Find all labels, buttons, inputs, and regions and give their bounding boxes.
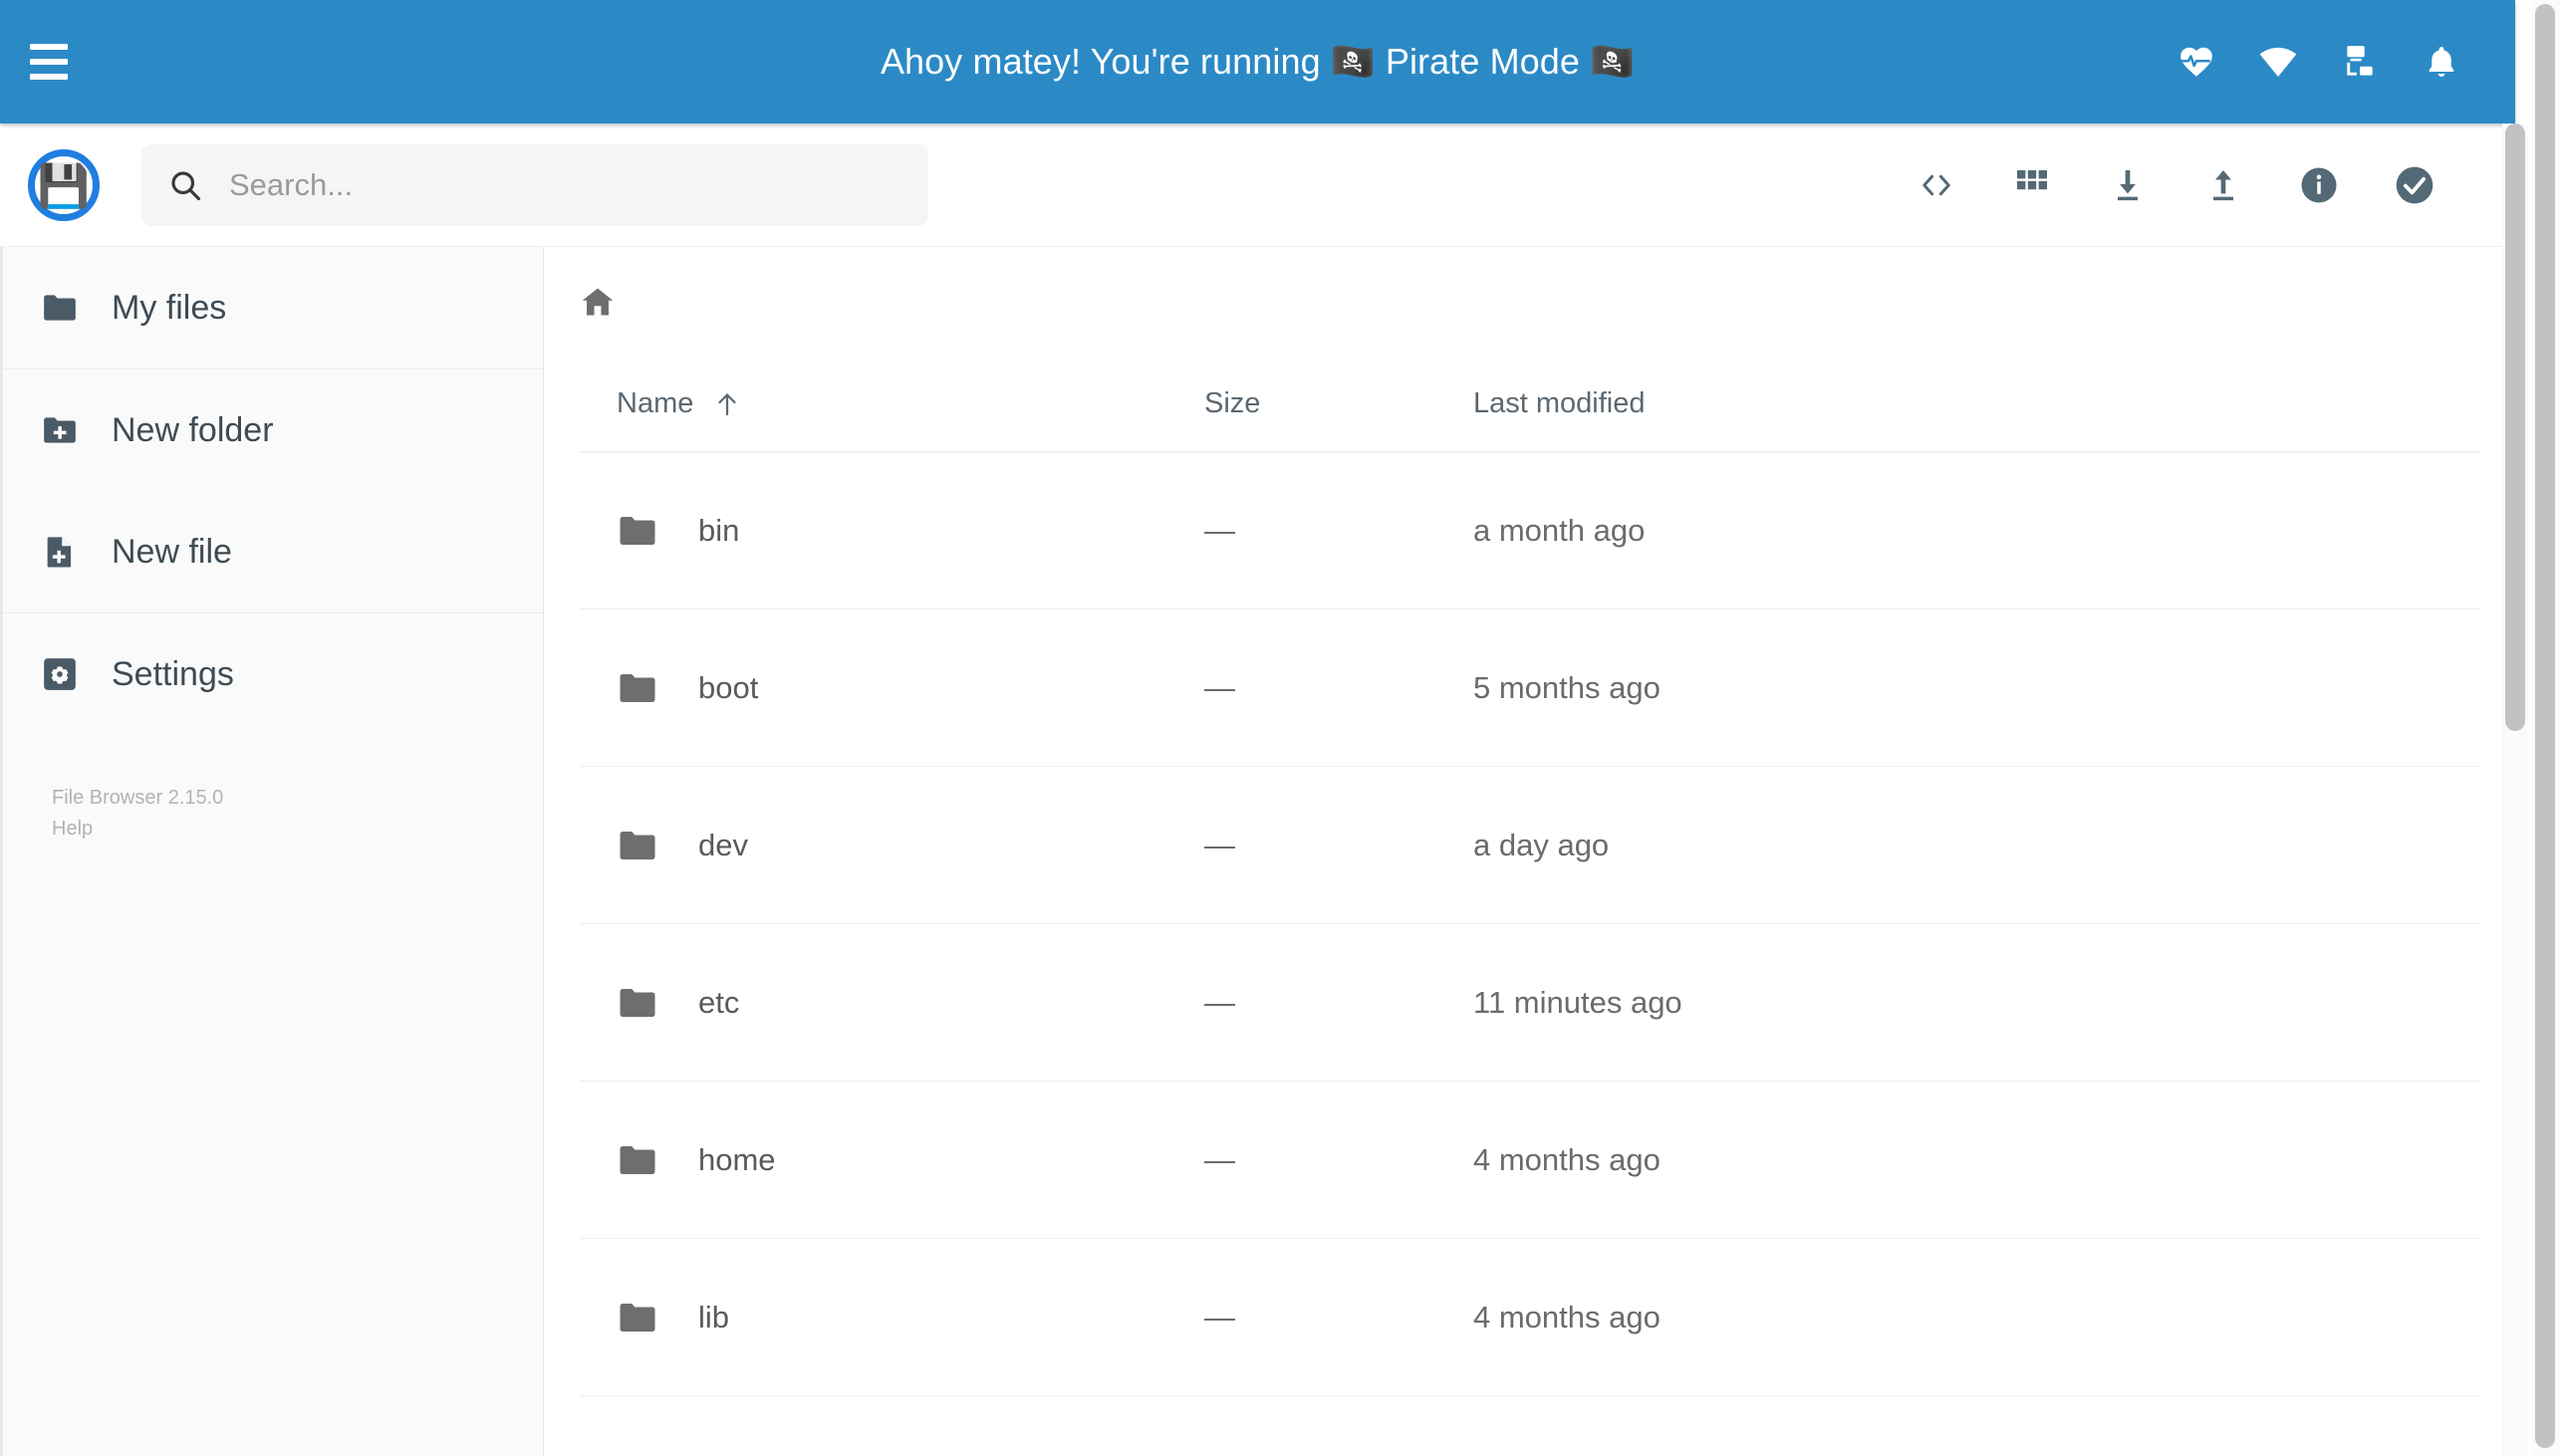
- row-modified-label: 4 months ago: [1473, 1141, 1661, 1177]
- table-row[interactable]: etc — 11 minutes ago: [580, 924, 2480, 1082]
- main-content: Name Size Last modified bin — a month ago b…: [545, 247, 2515, 1456]
- folder-icon: [40, 288, 80, 328]
- download-button[interactable]: [2105, 162, 2151, 208]
- hamburger-menu-icon[interactable]: [30, 42, 82, 82]
- hamburger-line: [30, 74, 68, 80]
- status-icon-group: [2175, 40, 2463, 84]
- wifi-icon[interactable]: [2256, 40, 2300, 84]
- row-name-cell: home: [617, 1139, 1204, 1181]
- breadcrumb: [545, 247, 2515, 357]
- table-row[interactable]: bin — a month ago: [580, 452, 2480, 609]
- top-header-bar: Ahoy matey! You're running 🏴‍☠️ Pirate M…: [0, 0, 2515, 123]
- sidebar: My files New folder New file Settings Fi…: [0, 247, 544, 1456]
- sidebar-group-create: New folder New file: [0, 368, 543, 612]
- toolbar-action-group: [1914, 162, 2437, 208]
- folder-icon: [617, 510, 658, 552]
- file-listing: Name Size Last modified bin — a month ago b…: [545, 357, 2515, 1456]
- select-multiple-button[interactable]: [2392, 162, 2437, 208]
- row-modified-label: 5 months ago: [1473, 669, 1661, 705]
- row-size-label: —: [1204, 984, 1235, 1020]
- row-modified-label: 11 minutes ago: [1473, 984, 1682, 1020]
- gear-icon: [40, 654, 80, 694]
- sidebar-item-new-file[interactable]: New file: [0, 491, 543, 612]
- folder-icon: [617, 1139, 658, 1181]
- file-rows: bin — a month ago boot — 5 months ago dev — a da…: [580, 452, 2480, 1456]
- table-row[interactable]: boot — 5 months ago: [580, 609, 2480, 767]
- column-header-modified[interactable]: Last modified: [1473, 387, 1872, 420]
- folder-icon: [617, 982, 658, 1024]
- sidebar-group-settings: Settings: [0, 612, 543, 735]
- listing-header: Name Size Last modified: [580, 357, 2480, 452]
- file-plus-icon: [40, 532, 80, 572]
- row-name-cell: dev: [617, 825, 1204, 866]
- content-scrollbar-thumb[interactable]: [2505, 123, 2525, 731]
- floppy-disk-icon: 💾: [37, 161, 91, 209]
- bell-icon[interactable]: [2420, 40, 2463, 84]
- hamburger-line: [30, 59, 68, 65]
- code-view-button[interactable]: [1914, 162, 1959, 208]
- page-scrollbar-thumb[interactable]: [2535, 4, 2555, 1448]
- heart-pulse-icon[interactable]: [2175, 40, 2218, 84]
- search-input[interactable]: [229, 166, 902, 203]
- row-size-label: —: [1204, 827, 1235, 862]
- sidebar-group-files: My files: [0, 247, 543, 368]
- row-size-label: —: [1204, 669, 1235, 705]
- table-row[interactable]: lib — 4 months ago: [580, 1239, 2480, 1396]
- folder-icon: [617, 667, 658, 709]
- row-name-label: etc: [698, 984, 740, 1020]
- grid-view-button[interactable]: [2009, 162, 2055, 208]
- sidebar-footer: File Browser 2.15.0 Help: [0, 735, 543, 845]
- sidebar-item-settings[interactable]: Settings: [0, 613, 543, 735]
- sidebar-item-label: New folder: [112, 410, 274, 449]
- column-header-name[interactable]: Name: [617, 387, 1204, 420]
- row-name-label: bin: [698, 513, 740, 548]
- row-name-cell: boot: [617, 667, 1204, 709]
- file-browser-logo[interactable]: 💾: [28, 148, 100, 221]
- network-devices-icon[interactable]: [2338, 40, 2382, 84]
- column-header-size-label: Size: [1204, 387, 1261, 419]
- content-left-edge: [0, 123, 3, 1456]
- search-bar[interactable]: [141, 143, 928, 226]
- arrow-up-icon: [712, 389, 742, 419]
- table-row[interactable]: dev — a day ago: [580, 767, 2480, 924]
- row-name-cell: bin: [617, 510, 1204, 552]
- app-version-label: File Browser 2.15.0: [52, 787, 224, 809]
- info-button[interactable]: [2296, 162, 2342, 208]
- row-name-label: lib: [698, 1299, 730, 1335]
- row-modified-label: a month ago: [1473, 513, 1646, 548]
- help-link[interactable]: Help: [52, 818, 93, 840]
- column-header-size[interactable]: Size: [1204, 387, 1473, 420]
- file-browser-app: Ahoy matey! You're running 🏴‍☠️ Pirate M…: [0, 0, 2560, 1456]
- sidebar-item-new-folder[interactable]: New folder: [0, 369, 543, 491]
- sidebar-item-label: Settings: [112, 654, 234, 693]
- row-size-label: —: [1204, 1299, 1235, 1335]
- home-icon[interactable]: [580, 284, 616, 320]
- row-name-label: boot: [698, 669, 759, 705]
- row-name-label: home: [698, 1141, 776, 1177]
- table-row[interactable]: media—5 months ago: [580, 1396, 2480, 1456]
- row-modified-label: 4 months ago: [1473, 1299, 1661, 1335]
- sidebar-item-my-files[interactable]: My files: [0, 247, 543, 368]
- search-icon: [167, 167, 203, 203]
- hamburger-line: [30, 44, 68, 50]
- row-name-cell: lib: [617, 1297, 1204, 1338]
- column-header-name-label: Name: [617, 387, 694, 419]
- row-size-label: —: [1204, 513, 1235, 548]
- row-name-label: dev: [698, 827, 748, 862]
- sidebar-item-label: My files: [112, 288, 227, 327]
- folder-icon: [617, 825, 658, 866]
- folder-plus-icon: [40, 410, 80, 450]
- column-header-modified-label: Last modified: [1473, 387, 1646, 419]
- upload-button[interactable]: [2200, 162, 2246, 208]
- folder-icon: [617, 1297, 658, 1338]
- pirate-mode-banner: Ahoy matey! You're running 🏴‍☠️ Pirate M…: [880, 41, 1636, 82]
- table-row[interactable]: home — 4 months ago: [580, 1082, 2480, 1239]
- row-name-cell: etc: [617, 982, 1204, 1024]
- row-size-label: —: [1204, 1141, 1235, 1177]
- row-modified-label: a day ago: [1473, 827, 1610, 862]
- toolbar: 💾: [0, 123, 2515, 247]
- sidebar-item-label: New file: [112, 532, 232, 571]
